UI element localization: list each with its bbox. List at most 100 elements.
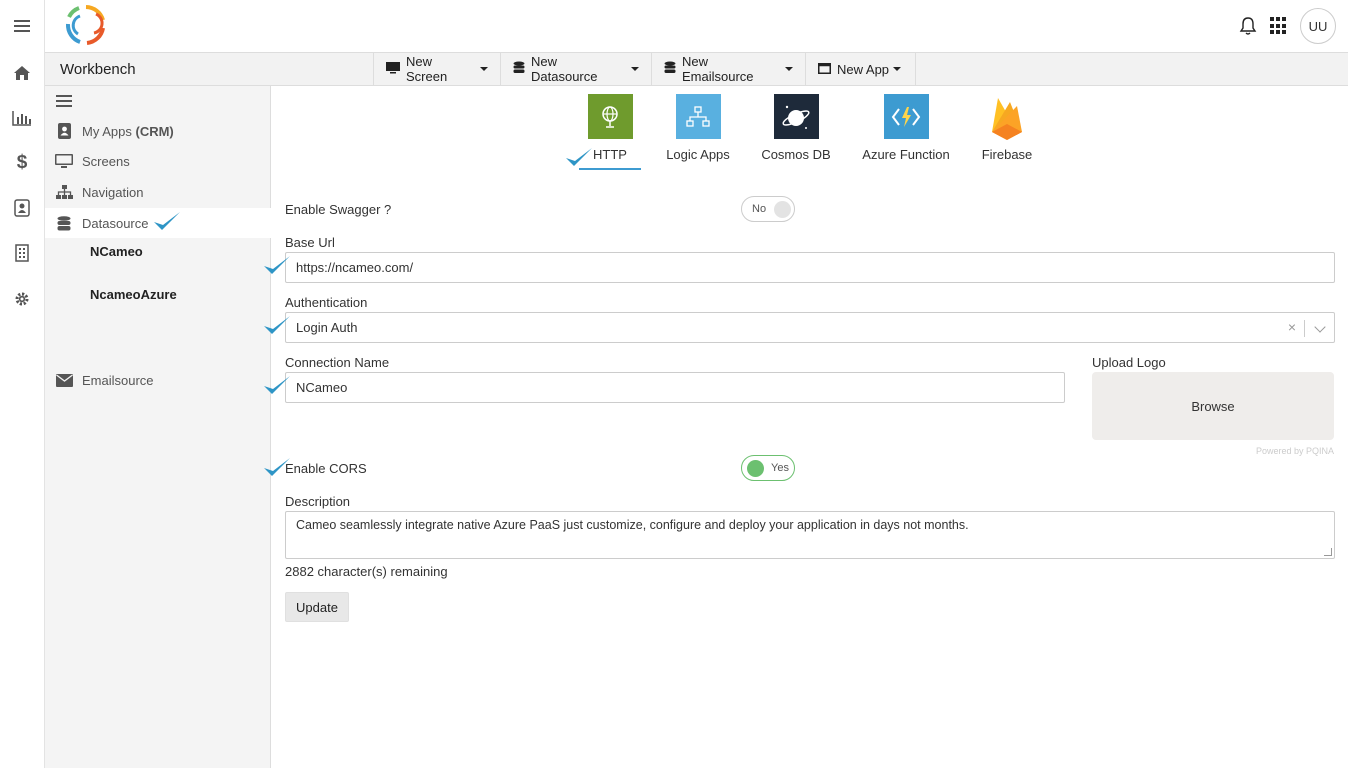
datasource-item-ncameoazure[interactable]: NcameoAzure (90, 287, 177, 302)
database-icon (55, 215, 73, 231)
connection-name-label: Connection Name (285, 355, 390, 370)
swagger-toggle[interactable]: No (741, 196, 795, 222)
checkmark-icon (264, 256, 290, 274)
firebase-flame-icon (985, 94, 1030, 140)
contact-card-icon[interactable] (11, 197, 33, 219)
resize-handle-icon[interactable] (1324, 548, 1332, 556)
sidebar-item-label: Navigation (82, 184, 144, 200)
envelope-icon (55, 372, 73, 388)
swagger-toggle-text: No (752, 203, 767, 215)
checkmark-icon (264, 458, 290, 476)
connection-name-value: NCameo (296, 380, 348, 395)
sitemap-icon (55, 184, 73, 200)
new-datasource-label: New Datasource (531, 54, 598, 84)
left-icon-rail: $ (0, 0, 45, 768)
enable-cors-label: Enable CORS (285, 461, 367, 476)
database-icon (513, 61, 525, 77)
dollar-icon[interactable]: $ (11, 152, 33, 174)
chevron-down-icon[interactable] (1314, 321, 1326, 333)
app-logo[interactable] (63, 2, 109, 48)
tab-firebase[interactable]: Firebase (962, 94, 1052, 162)
sidebar-item-navigation[interactable]: Navigation (45, 177, 271, 207)
new-emailsource-button[interactable]: New Emailsource (651, 53, 805, 85)
caret-down-icon (631, 67, 639, 71)
new-screen-button[interactable]: New Screen (373, 53, 500, 85)
cosmos-planet-icon (773, 94, 819, 139)
crm-tag: (CRM) (135, 123, 174, 139)
database-icon (664, 61, 676, 77)
tab-logic-apps-label: Logic Apps (666, 147, 730, 162)
sidebar-item-emailsource[interactable]: Emailsource (45, 365, 271, 395)
logic-apps-icon (675, 94, 721, 139)
tab-azure-function[interactable]: Azure Function (845, 94, 967, 162)
avatar[interactable]: UU (1300, 8, 1336, 44)
checkmark-icon (154, 212, 180, 230)
browse-dropzone[interactable]: Browse (1092, 372, 1334, 440)
base-url-label: Base Url (285, 235, 335, 250)
authentication-label: Authentication (285, 295, 368, 310)
update-button-label: Update (296, 599, 338, 615)
home-icon[interactable] (11, 62, 33, 84)
caret-down-icon (893, 67, 902, 71)
checkmark-icon (566, 148, 592, 166)
notification-bell-icon[interactable] (1238, 16, 1258, 36)
description-value: Cameo seamlessly integrate native Azure … (296, 518, 969, 532)
toggle-knob (747, 460, 764, 477)
toggle-knob (774, 201, 791, 218)
globe-icon (587, 94, 633, 139)
description-textarea[interactable]: Cameo seamlessly integrate native Azure … (285, 511, 1335, 559)
sidebar-item-my-apps[interactable]: My Apps (CRM) (45, 116, 271, 146)
sidebar: My Apps (CRM) Screens Navigation Datasou… (45, 86, 271, 768)
page-title: Workbench (60, 61, 136, 78)
powered-by-pqina[interactable]: Powered by PQINA (1251, 446, 1334, 456)
contact-book-icon (55, 123, 73, 139)
main-content: HTTP Logic Apps Cosmos DB Azure Function… (271, 86, 1348, 768)
enable-swagger-label: Enable Swagger ? (285, 202, 392, 217)
azure-function-icon (883, 94, 929, 139)
description-label: Description (285, 494, 351, 509)
upload-logo-label: Upload Logo (1092, 355, 1166, 370)
datasource-item-ncameo[interactable]: NCameo (90, 244, 143, 259)
caret-down-icon (785, 67, 793, 71)
monitor-icon (55, 153, 73, 169)
tab-cosmos-db[interactable]: Cosmos DB (751, 94, 841, 162)
bar-chart-icon[interactable] (11, 107, 33, 129)
clear-icon[interactable]: × (1288, 319, 1296, 335)
sidebar-item-screens[interactable]: Screens (45, 146, 271, 176)
authentication-value: Login Auth (296, 320, 358, 335)
authentication-select[interactable]: Login Auth × (285, 312, 1335, 343)
apps-grid-icon[interactable] (1270, 17, 1288, 35)
tab-firebase-label: Firebase (981, 147, 1033, 162)
new-screen-label: New Screen (406, 54, 448, 84)
sidebar-item-label: My Apps (82, 123, 132, 139)
tab-azure-function-label: Azure Function (862, 147, 950, 162)
checkmark-icon (264, 376, 290, 394)
caret-down-icon (480, 67, 488, 71)
tab-http-label: HTTP (593, 147, 627, 162)
sidebar-item-label: Datasource (82, 215, 149, 231)
new-emailsource-label: New Emailsource (682, 54, 754, 84)
connection-name-input[interactable]: NCameo (285, 372, 1065, 403)
building-icon[interactable] (11, 242, 33, 264)
select-separator (1304, 320, 1305, 337)
sidebar-item-label: Emailsource (82, 372, 154, 388)
update-button[interactable]: Update (285, 592, 349, 622)
workbench-toolbar: Workbench New Screen New Datasource New … (45, 52, 1348, 86)
gear-icon[interactable] (11, 288, 33, 310)
top-header: UU (45, 0, 1348, 52)
cors-toggle-text: Yes (771, 462, 789, 474)
browse-label: Browse (1191, 398, 1235, 414)
new-app-label: New App (837, 61, 890, 77)
menu-icon[interactable] (11, 15, 33, 37)
new-datasource-button[interactable]: New Datasource (500, 53, 651, 85)
window-icon (818, 62, 831, 77)
base-url-input[interactable]: https://ncameo.com/ (285, 252, 1335, 283)
character-counter: 2882 character(s) remaining (285, 564, 448, 579)
checkmark-icon (264, 316, 290, 334)
cors-toggle[interactable]: Yes (741, 455, 795, 481)
sidebar-item-label: Screens (82, 153, 130, 169)
tab-logic-apps[interactable]: Logic Apps (653, 94, 743, 162)
new-app-button[interactable]: New App (805, 53, 916, 85)
sidebar-menu-icon[interactable] (56, 95, 72, 107)
tab-cosmos-db-label: Cosmos DB (761, 147, 831, 162)
